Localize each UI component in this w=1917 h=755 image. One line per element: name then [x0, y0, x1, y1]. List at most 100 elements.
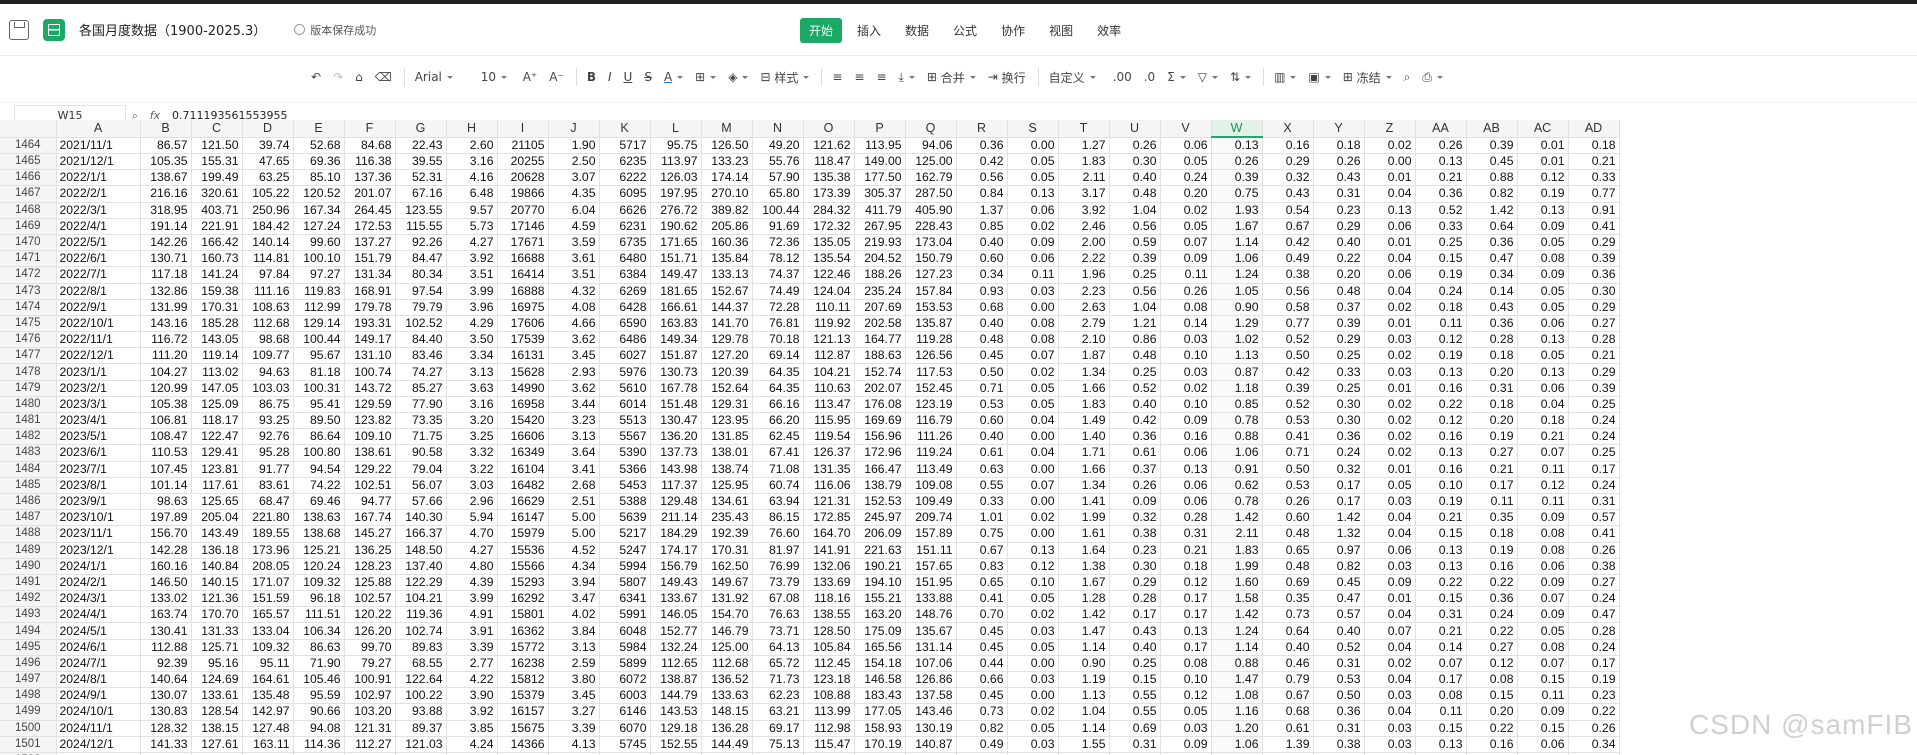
cell[interactable]: 0.22	[1415, 574, 1467, 592]
cell[interactable]: 0.19	[1517, 185, 1569, 203]
cell[interactable]: 151.79	[344, 250, 396, 268]
cell[interactable]: 83.46	[395, 347, 447, 365]
cell[interactable]: 129.31	[701, 396, 753, 414]
cell[interactable]: 136.28	[701, 720, 753, 737]
cell[interactable]: 6072	[599, 671, 651, 689]
cell[interactable]: 0.31	[1160, 525, 1212, 543]
cell[interactable]: 3.59	[548, 234, 600, 252]
cell[interactable]: 170.31	[701, 542, 753, 559]
cell[interactable]: 155.31	[191, 153, 243, 171]
cell[interactable]: 0.12	[1160, 687, 1212, 705]
cell[interactable]: 142.97	[242, 703, 294, 721]
cell[interactable]: 193.31	[344, 315, 396, 333]
cell[interactable]: 108.88	[803, 687, 855, 705]
cell[interactable]: 0.45	[956, 622, 1008, 640]
cell[interactable]: 0.52	[1262, 331, 1314, 349]
cell[interactable]: 0.40	[1313, 234, 1365, 252]
row-header[interactable]: 1482	[0, 428, 57, 446]
cell[interactable]: 15801	[497, 606, 549, 624]
cell[interactable]: 0.05	[1160, 703, 1212, 721]
column-header[interactable]: Q	[905, 120, 957, 138]
cell[interactable]: 152.77	[650, 622, 702, 640]
cell[interactable]: 0.07	[1007, 477, 1059, 494]
cell[interactable]: 143.72	[344, 380, 396, 397]
cell[interactable]: 0.31	[1415, 606, 1467, 624]
cell[interactable]: 133.67	[650, 590, 702, 608]
cell[interactable]: 3.99	[446, 590, 498, 608]
decimal-decrease-icon[interactable]: .0	[1139, 65, 1160, 89]
cell[interactable]: 92.76	[242, 428, 294, 446]
cell[interactable]: 57.90	[752, 169, 804, 187]
cell[interactable]: 1.29	[1211, 315, 1263, 333]
cell[interactable]: 75.13	[752, 736, 804, 753]
row-header[interactable]: 1469	[0, 218, 57, 235]
cell[interactable]: 0.23	[1109, 542, 1161, 559]
cell[interactable]: 64.13	[752, 639, 804, 656]
cell[interactable]: 0.03	[1364, 363, 1416, 381]
cell[interactable]: 0.42	[1109, 412, 1161, 430]
cell[interactable]: 65.72	[752, 655, 804, 673]
cell[interactable]: 158.93	[854, 720, 906, 737]
row-header[interactable]: 1476	[0, 331, 57, 349]
cell[interactable]: 1.21	[1109, 315, 1161, 333]
cell[interactable]: 3.13	[548, 428, 600, 446]
cell[interactable]: 0.32	[1109, 509, 1161, 527]
cell[interactable]: 132.24	[650, 639, 702, 656]
cell[interactable]: 114.81	[242, 250, 294, 268]
cell[interactable]: 0.28	[1160, 509, 1212, 527]
cell[interactable]: 95.11	[242, 655, 294, 673]
cell[interactable]: 0.25	[1415, 234, 1467, 252]
cell[interactable]: 0.09	[1517, 606, 1569, 624]
cell[interactable]: 4.08	[548, 299, 600, 316]
cell[interactable]: 172.32	[803, 218, 855, 235]
cell[interactable]: 0.06	[1517, 380, 1569, 397]
cell[interactable]: 0.77	[1262, 315, 1314, 333]
cell[interactable]: 0.28	[1109, 590, 1161, 608]
cell[interactable]: 16362	[497, 622, 549, 640]
cell[interactable]: 125.21	[293, 542, 345, 559]
cell[interactable]: 57.66	[395, 493, 447, 511]
column-header[interactable]: D	[242, 120, 294, 138]
spreadsheet-grid[interactable]: A B C D E F G H I J K L M N O P Q R S T U V W X Y Z AA AB AC AD 1464 2…	[0, 120, 1917, 755]
cell[interactable]: 0.39	[1109, 250, 1161, 268]
cell[interactable]: 0.67	[956, 542, 1008, 559]
cell[interactable]: 151.11	[905, 542, 957, 559]
cell[interactable]: 90.66	[293, 703, 345, 721]
cell[interactable]: 0.02	[1364, 444, 1416, 462]
cell[interactable]: 136.52	[701, 671, 753, 689]
cell[interactable]: 0.60	[1262, 509, 1314, 527]
cell[interactable]: 0.11	[1517, 687, 1569, 705]
cell[interactable]: 0.18	[1466, 347, 1518, 365]
cell[interactable]: 2024/9/1	[56, 687, 141, 705]
cell[interactable]: 0.67	[1262, 218, 1314, 235]
cell[interactable]: 0.19	[1415, 347, 1467, 365]
cell[interactable]: 1.47	[1058, 622, 1110, 640]
cell[interactable]: 0.38	[1262, 266, 1314, 284]
cell[interactable]: 117.37	[650, 477, 702, 494]
cell[interactable]: 14990	[497, 380, 549, 397]
cell[interactable]: 154.18	[854, 655, 906, 673]
cell[interactable]: 125.00	[905, 153, 957, 171]
cell[interactable]: 0.53	[1262, 477, 1314, 494]
cell[interactable]: 0.00	[1007, 525, 1059, 543]
cell[interactable]: 188.26	[854, 266, 906, 284]
cell[interactable]: 131.14	[905, 639, 957, 656]
cell[interactable]: 197.95	[650, 185, 702, 203]
cell[interactable]: 0.08	[1160, 655, 1212, 673]
cell[interactable]: 125.95	[701, 477, 753, 494]
cell[interactable]: 163.20	[854, 606, 906, 624]
cell[interactable]: 6070	[599, 720, 651, 737]
cell[interactable]: 185.28	[191, 315, 243, 333]
cell[interactable]: 121.50	[191, 137, 243, 154]
cell[interactable]: 197.89	[140, 509, 192, 527]
cell[interactable]: 0.19	[1466, 542, 1518, 559]
cell[interactable]: 0.02	[1160, 380, 1212, 397]
cell[interactable]: 2024/5/1	[56, 622, 141, 640]
chart-icon[interactable]: ▥	[1269, 65, 1301, 89]
cell[interactable]: 105.35	[140, 153, 192, 171]
cell[interactable]: 0.91	[1211, 461, 1263, 478]
cell[interactable]: 145.27	[344, 525, 396, 543]
row-header[interactable]: 1465	[0, 153, 57, 171]
cell[interactable]: 2024/4/1	[56, 606, 141, 624]
cell[interactable]: 0.27	[1568, 574, 1620, 592]
